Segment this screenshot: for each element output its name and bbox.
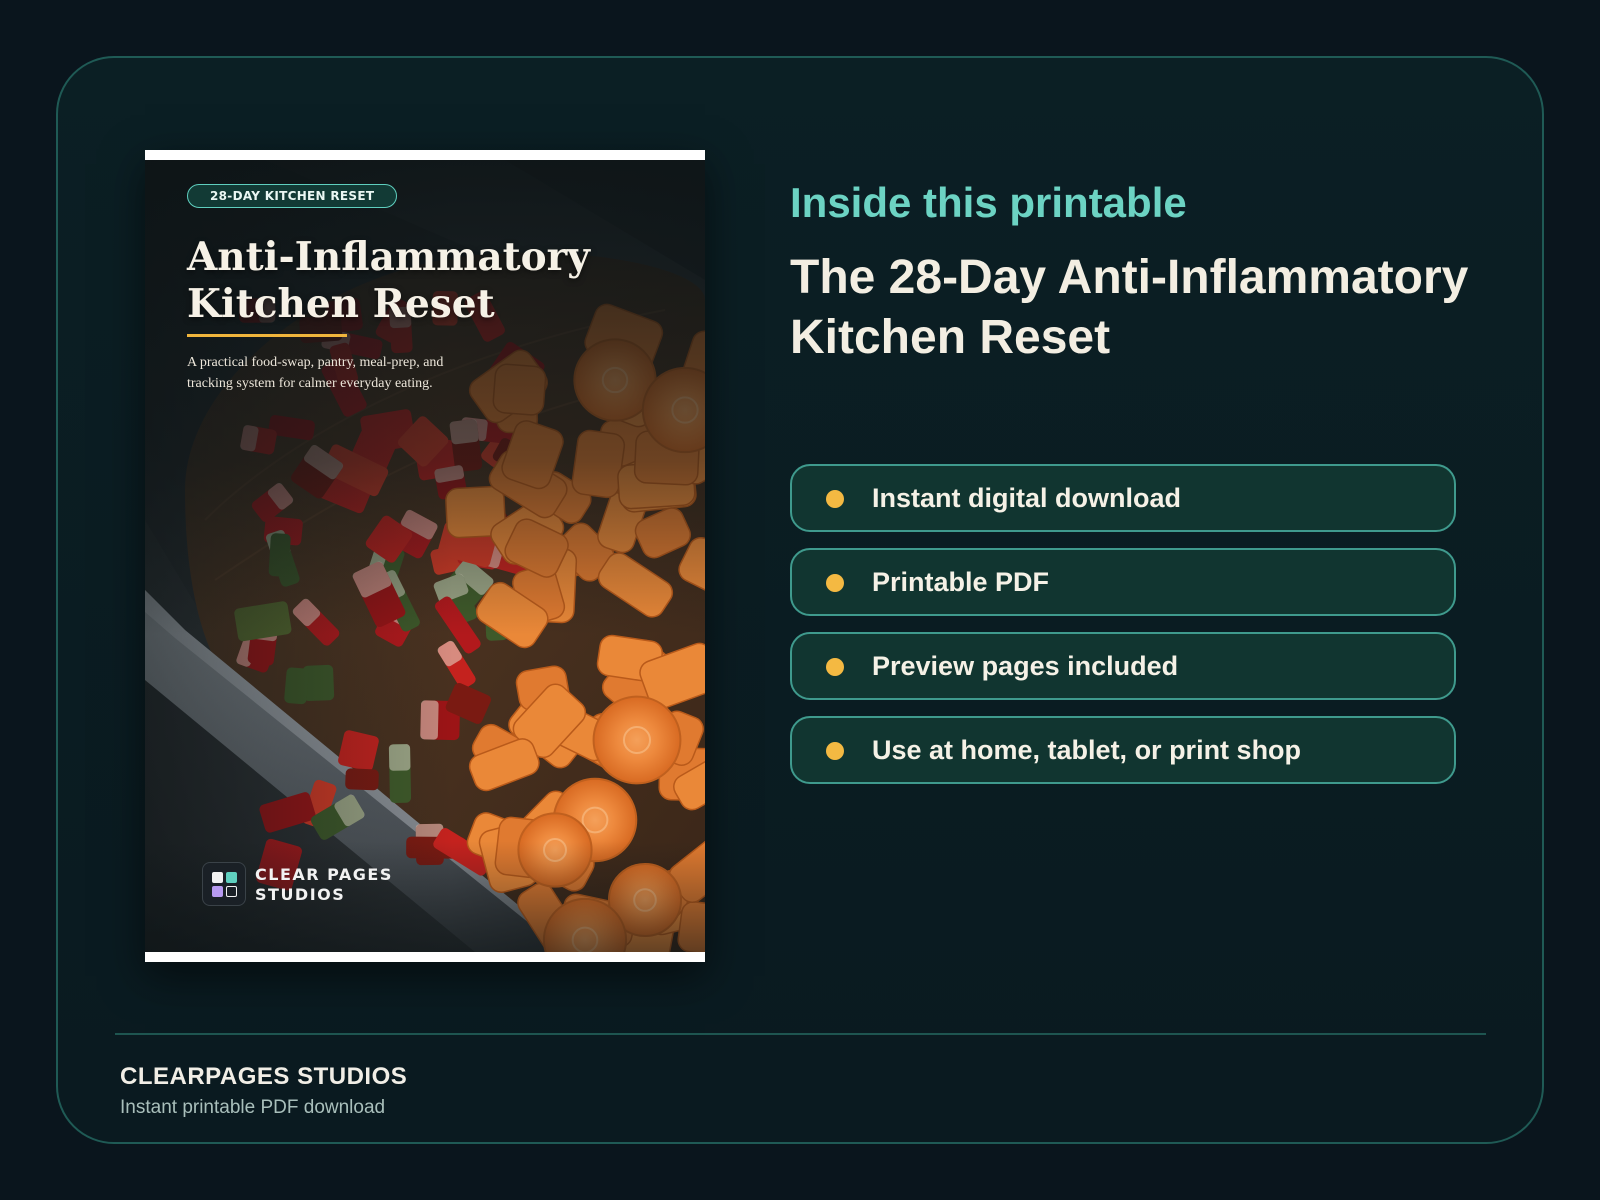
book-cover: 28-DAY KITCHEN RESET Anti-Inflammatory K…: [145, 150, 705, 962]
cover-title: Anti-Inflammatory Kitchen Reset: [187, 234, 590, 327]
feature-item: Use at home, tablet, or print shop: [790, 716, 1456, 784]
cover-badge: 28-DAY KITCHEN RESET: [187, 184, 398, 208]
footer-divider: [115, 1033, 1486, 1035]
cover-subtitle: A practical food-swap, pantry, meal-prep…: [187, 355, 444, 391]
bullet-dot-icon: [826, 574, 844, 592]
bullet-dot-icon: [826, 742, 844, 760]
feature-item: Instant digital download: [790, 464, 1456, 532]
bullet-dot-icon: [826, 658, 844, 676]
feature-label: Preview pages included: [872, 651, 1179, 681]
bullet-dot-icon: [826, 490, 844, 508]
feature-list: Instant digital download Printable PDF P…: [790, 464, 1456, 800]
footer-brand: CLEARPAGES STUDIOS: [120, 1063, 408, 1090]
feature-label: Instant digital download: [872, 483, 1181, 513]
feature-label: Use at home, tablet, or print shop: [872, 735, 1302, 765]
product-title: The 28-Day Anti-Inflammatory Kitchen Res…: [790, 251, 1469, 364]
footer-tagline: Instant printable PDF download: [120, 1097, 386, 1118]
cover-title-underline: [187, 334, 347, 337]
feature-item: Preview pages included: [790, 632, 1456, 700]
section-eyebrow: Inside this printable: [790, 179, 1187, 226]
feature-item: Printable PDF: [790, 548, 1456, 616]
cover-brand-name: CLEAR PAGES STUDIOS: [255, 865, 393, 904]
feature-label: Printable PDF: [872, 567, 1050, 597]
four-squares-logo-icon: [202, 862, 246, 906]
